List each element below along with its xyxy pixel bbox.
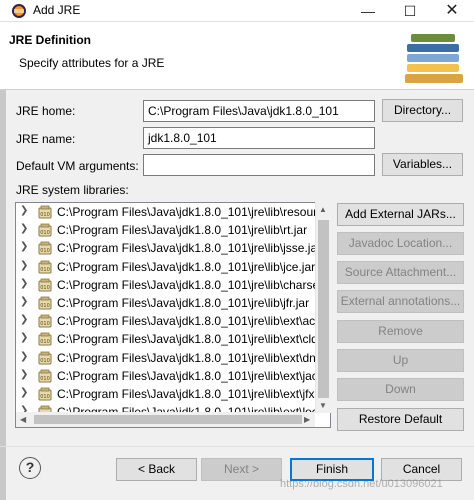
svg-text:010: 010 — [40, 394, 50, 400]
jar-icon: 010 — [38, 260, 52, 274]
title-bar: Add JRE — ☐ ✕ — [0, 0, 474, 22]
directory-button[interactable]: Directory... — [382, 99, 463, 122]
svg-text:010: 010 — [40, 285, 50, 291]
library-path: C:\Program Files\Java\jdk1.8.0_101\jre\l… — [57, 368, 331, 383]
library-row[interactable]: ❯ 010 C:\Program Files\Java\jdk1.8.0_101\j… — [16, 203, 330, 221]
jar-icon: 010 — [38, 205, 52, 219]
library-path: C:\Program Files\Java\jdk1.8.0_101\jre\l… — [57, 277, 331, 292]
expand-chevron-icon[interactable]: ❯ — [20, 260, 28, 271]
vertical-scroll-thumb[interactable] — [318, 220, 329, 398]
variables-button[interactable]: Variables... — [382, 153, 463, 176]
restore-default-button[interactable]: Restore Default — [337, 408, 464, 431]
next-button[interactable]: Next > — [201, 458, 282, 481]
dialog-header: JRE Definition Specify attributes for a … — [0, 22, 474, 90]
library-row[interactable]: ❯ 010 C:\Program Files\Java\jdk1.8.0_101\j… — [16, 349, 330, 367]
jre-home-field[interactable]: C:\Program Files\Java\jdk1.8.0_101 — [143, 100, 375, 122]
svg-text:010: 010 — [40, 376, 50, 382]
expand-chevron-icon[interactable]: ❯ — [20, 278, 28, 289]
jar-icon: 010 — [38, 369, 52, 383]
expand-chevron-icon[interactable]: ❯ — [20, 351, 28, 362]
external-annotations-button[interactable]: External annotations... — [337, 290, 464, 313]
back-button[interactable]: < Back — [116, 458, 197, 481]
footer-divider — [0, 446, 474, 447]
svg-text:010: 010 — [40, 321, 50, 327]
library-path: C:\Program Files\Java\jdk1.8.0_101\jre\l… — [57, 259, 316, 274]
page-title: JRE Definition — [9, 33, 92, 47]
library-row[interactable]: ❯ 010 C:\Program Files\Java\jdk1.8.0_101\j… — [16, 258, 330, 276]
up-button[interactable]: Up — [337, 349, 464, 372]
library-path: C:\Program Files\Java\jdk1.8.0_101\jre\l… — [57, 205, 331, 219]
svg-text:010: 010 — [40, 212, 50, 218]
jar-icon: 010 — [38, 223, 52, 237]
library-row[interactable]: ❯ 010 C:\Program Files\Java\jdk1.8.0_101\j… — [16, 221, 330, 239]
library-path: C:\Program Files\Java\jdk1.8.0_101\jre\l… — [57, 386, 331, 401]
expand-chevron-icon[interactable]: ❯ — [20, 387, 28, 398]
library-path: C:\Program Files\Java\jdk1.8.0_101\jre\l… — [57, 223, 308, 238]
expand-chevron-icon[interactable]: ❯ — [20, 241, 28, 252]
expand-chevron-icon[interactable]: ❯ — [20, 223, 28, 234]
jar-icon: 010 — [38, 314, 52, 328]
jar-icon: 010 — [38, 351, 52, 364]
expand-chevron-icon[interactable]: ❯ — [20, 205, 28, 216]
library-row[interactable]: ❯ 010 C:\Program Files\Java\jdk1.8.0_101\j… — [16, 239, 330, 257]
watermark-text: https://blog.csdn.net/u013096021 — [280, 478, 443, 490]
add-external-jars-button[interactable]: Add External JARs... — [337, 203, 464, 226]
svg-text:010: 010 — [40, 267, 50, 273]
scroll-left-arrow-icon[interactable]: ◀ — [20, 415, 26, 424]
scroll-right-arrow-icon[interactable]: ▶ — [304, 415, 310, 424]
library-row[interactable]: ❯ 010 C:\Program Files\Java\jdk1.8.0_101\j… — [16, 330, 330, 348]
jar-icon: 010 — [38, 387, 52, 401]
expand-chevron-icon[interactable]: ❯ — [20, 332, 28, 343]
source-attachment-button[interactable]: Source Attachment... — [337, 261, 464, 284]
scroll-down-arrow-icon[interactable]: ▼ — [319, 401, 327, 410]
library-path: C:\Program Files\Java\jdk1.8.0_101\jre\l… — [57, 350, 331, 365]
jre-name-field[interactable]: jdk1.8.0_101 — [143, 127, 375, 149]
svg-text:010: 010 — [40, 358, 50, 364]
svg-text:010: 010 — [40, 303, 50, 309]
help-icon[interactable]: ? — [19, 457, 41, 479]
library-path: C:\Program Files\Java\jdk1.8.0_101\jre\l… — [57, 295, 310, 310]
libraries-tree[interactable]: ❯ 010 C:\Program Files\Java\jdk1.8.0_101\j… — [15, 202, 331, 428]
library-row[interactable]: ❯ 010 C:\Program Files\Java\jdk1.8.0_101\j… — [16, 276, 330, 294]
libraries-label: JRE system libraries: — [16, 183, 129, 197]
expand-chevron-icon[interactable]: ❯ — [20, 369, 28, 380]
library-row[interactable]: ❯ 010 C:\Program Files\Java\jdk1.8.0_101\j… — [16, 294, 330, 312]
down-button[interactable]: Down — [337, 378, 464, 401]
expand-chevron-icon[interactable]: ❯ — [20, 314, 28, 325]
eclipse-icon — [12, 4, 26, 18]
library-path: C:\Program Files\Java\jdk1.8.0_101\jre\l… — [57, 241, 322, 256]
library-row[interactable]: ❯ 010 C:\Program Files\Java\jdk1.8.0_101\j… — [16, 312, 330, 330]
minimize-button[interactable]: — — [353, 1, 383, 21]
page-subtitle: Specify attributes for a JRE — [19, 56, 165, 70]
jar-icon: 010 — [38, 241, 52, 255]
jar-icon: 010 — [38, 278, 52, 292]
library-row[interactable]: ❯ 010 C:\Program Files\Java\jdk1.8.0_101\j… — [16, 367, 330, 385]
library-path: C:\Program Files\Java\jdk1.8.0_101\jre\l… — [57, 314, 330, 329]
library-row[interactable]: ❯ 010 C:\Program Files\Java\jdk1.8.0_101\j… — [16, 385, 330, 403]
svg-text:010: 010 — [40, 248, 50, 254]
jar-icon: 010 — [38, 296, 52, 310]
horizontal-scroll-thumb[interactable] — [34, 415, 302, 424]
maximize-button[interactable]: ☐ — [395, 1, 425, 21]
scroll-up-arrow-icon[interactable]: ▲ — [319, 205, 327, 214]
window-title: Add JRE — [33, 3, 81, 17]
library-path: C:\Program Files\Java\jdk1.8.0_101\jre\l… — [57, 332, 330, 347]
vm-args-field[interactable] — [143, 154, 375, 176]
jar-icon: 010 — [38, 332, 52, 346]
close-button[interactable]: ✕ — [437, 1, 467, 21]
left-edge — [0, 90, 6, 500]
remove-button[interactable]: Remove — [337, 320, 464, 343]
vm-args-label: Default VM arguments: — [16, 159, 139, 173]
javadoc-location-button[interactable]: Javadoc Location... — [337, 232, 464, 255]
svg-text:010: 010 — [40, 230, 50, 236]
jre-home-label: JRE home: — [16, 104, 76, 118]
svg-text:010: 010 — [40, 339, 50, 345]
jre-name-label: JRE name: — [16, 132, 76, 146]
library-books-icon — [405, 34, 463, 83]
expand-chevron-icon[interactable]: ❯ — [20, 296, 28, 307]
